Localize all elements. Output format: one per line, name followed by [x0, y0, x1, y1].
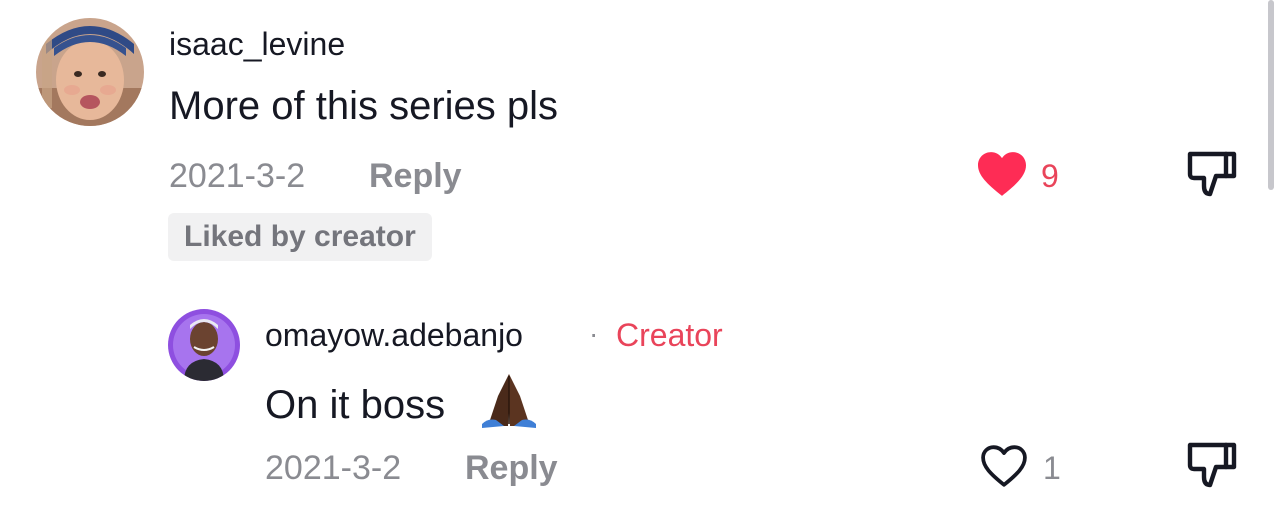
thumbs-down-icon: [1187, 151, 1237, 197]
reply-date: 2021-3-2: [265, 449, 402, 487]
reply-text: On it boss: [265, 383, 446, 427]
dislike-button[interactable]: [1185, 150, 1241, 200]
avatar-photo: [36, 18, 144, 126]
thumbs-down-icon: [1187, 442, 1237, 488]
comment-username[interactable]: isaac_levine: [169, 28, 345, 60]
like-button[interactable]: [978, 443, 1034, 493]
reply-button[interactable]: Reply: [369, 159, 462, 193]
like-count: 9: [1041, 158, 1059, 194]
heart-filled-icon: [978, 152, 1026, 196]
dislike-button[interactable]: [1185, 441, 1241, 491]
creator-tag: Creator: [616, 317, 723, 353]
reply-button[interactable]: Reply: [465, 451, 558, 485]
avatar-photo: [168, 309, 240, 381]
reply-username[interactable]: omayow.adebanjo: [265, 319, 523, 351]
separator-dot: ·: [589, 318, 599, 349]
scrollbar[interactable]: [1268, 0, 1274, 190]
like-count: 1: [1043, 450, 1061, 486]
like-button[interactable]: [975, 150, 1031, 200]
liked-by-creator-badge: Liked by creator: [168, 213, 432, 261]
comment-text: More of this series pls: [169, 84, 559, 128]
heart-outline-icon: [981, 445, 1027, 487]
avatar[interactable]: [36, 18, 144, 126]
comment-date: 2021-3-2: [169, 157, 306, 195]
folded-hands-icon: [478, 370, 540, 430]
reply-avatar[interactable]: [168, 309, 240, 381]
comment-thread: isaac_levine More of this series pls 202…: [0, 0, 1284, 515]
